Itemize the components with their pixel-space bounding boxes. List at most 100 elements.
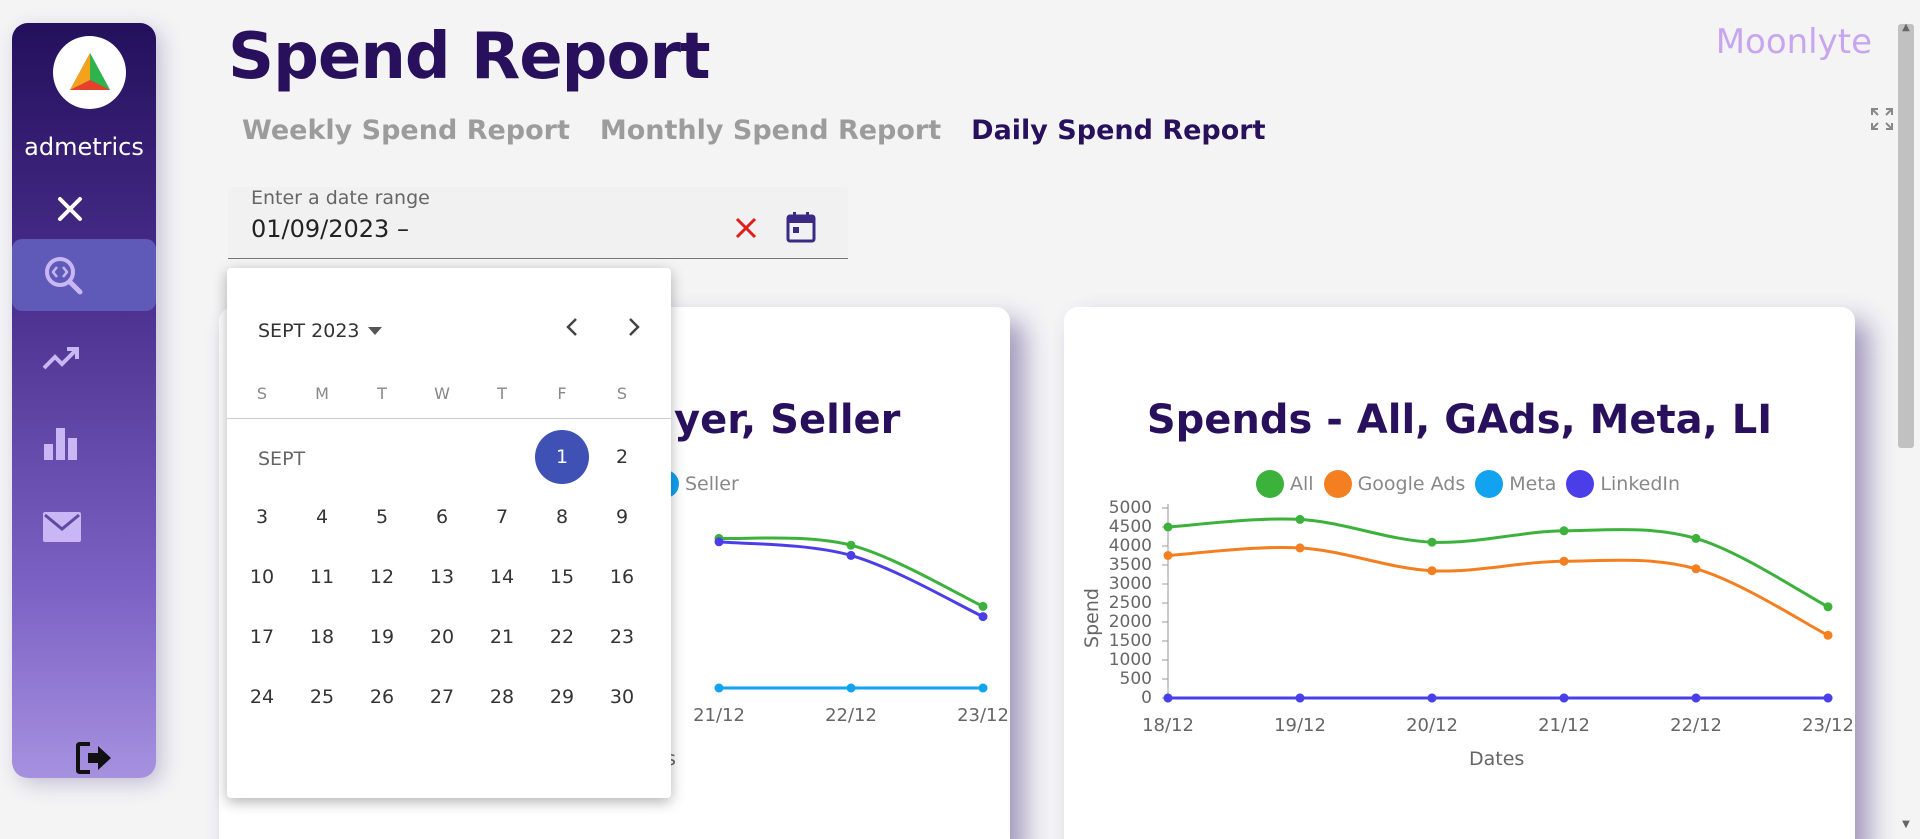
calendar-day[interactable]: 13	[415, 550, 469, 604]
open-calendar-button[interactable]	[786, 211, 816, 247]
y-tick-label: 3500	[1109, 555, 1152, 575]
y-tick-label: 2500	[1109, 593, 1152, 613]
data-point	[1691, 564, 1701, 574]
calendar-day[interactable]: 12	[355, 550, 409, 604]
y-tick-label: 4000	[1109, 536, 1152, 556]
date-range-input[interactable]	[251, 215, 731, 243]
month-year-label: SEPT 2023	[258, 320, 360, 342]
x-tick-label: 23/12	[1802, 715, 1854, 736]
sidebar-item-trends[interactable]	[12, 323, 156, 395]
calendar-day[interactable]: 25	[295, 670, 349, 724]
calendar-day[interactable]: 7	[475, 490, 529, 544]
data-point	[1559, 526, 1569, 536]
calendar-day[interactable]: 3	[235, 490, 289, 544]
date-picker-popup: SEPT 2023 SMTWTFS SEPT 1 2 3 4 5 6 7 8 9 10 11 12 13…	[227, 268, 671, 798]
data-point	[1823, 602, 1833, 612]
weekday-label: T	[377, 384, 387, 403]
logout-button[interactable]	[76, 741, 114, 779]
bar-chart-icon	[44, 428, 77, 460]
data-point	[1559, 556, 1569, 566]
calendar-day[interactable]: 10	[235, 550, 289, 604]
data-point	[1295, 543, 1305, 553]
data-point	[1295, 693, 1305, 703]
clear-date-button[interactable]	[733, 215, 759, 245]
calendar-day[interactable]: 22	[535, 610, 589, 664]
x-tick-label: 21/12	[1538, 715, 1590, 736]
data-point	[978, 601, 988, 611]
y-tick-label: 2000	[1109, 612, 1152, 632]
calendar-day[interactable]: 8	[535, 490, 589, 544]
data-point	[714, 537, 724, 547]
report-tabs: Weekly Spend Report Monthly Spend Report…	[242, 115, 1266, 146]
calendar-day[interactable]: 21	[475, 610, 529, 664]
x-tick-label: 18/12	[1142, 715, 1194, 736]
calendar-day[interactable]: 30	[595, 670, 649, 724]
y-tick-label: 5000	[1109, 498, 1152, 518]
weekday-label: W	[434, 384, 450, 403]
data-point	[1295, 514, 1305, 524]
calendar-day[interactable]: 26	[355, 670, 409, 724]
calendar-day[interactable]: 20	[415, 610, 469, 664]
search-code-icon	[45, 257, 83, 295]
brand-name: Moonlyte	[1715, 22, 1872, 62]
calendar-day[interactable]: 24	[235, 670, 289, 724]
y-tick-label: 4500	[1109, 517, 1152, 537]
scrollbar-thumb[interactable]	[1898, 24, 1914, 448]
calendar-day[interactable]: 16	[595, 550, 649, 604]
calendar-day[interactable]: 4	[295, 490, 349, 544]
data-point	[1427, 566, 1437, 576]
tab-weekly-spend-report[interactable]: Weekly Spend Report	[242, 115, 570, 146]
scroll-up-arrow-icon[interactable]: ▲	[1899, 22, 1913, 36]
data-point	[978, 683, 988, 693]
calendar-day[interactable]: 9	[595, 490, 649, 544]
x-tick-label: 22/12	[825, 705, 877, 726]
y-tick-label: 1500	[1109, 631, 1152, 651]
close-icon	[58, 197, 82, 221]
x-tick-label: 19/12	[1274, 715, 1326, 736]
logo-icon	[69, 52, 110, 90]
calendar-day[interactable]: 19	[355, 610, 409, 664]
data-point	[846, 550, 856, 560]
sidebar-item-search-analytics[interactable]	[12, 239, 156, 311]
date-range-label: Enter a date range	[251, 187, 430, 209]
calendar-day[interactable]: 11	[295, 550, 349, 604]
calendar-day[interactable]: 27	[415, 670, 469, 724]
calendar-day[interactable]: 29	[535, 670, 589, 724]
calendar-day[interactable]: 15	[535, 550, 589, 604]
logout-icon	[76, 742, 111, 774]
next-month-button[interactable]	[621, 315, 645, 343]
x-tick-label: 23/12	[957, 705, 1009, 726]
previous-month-button[interactable]	[561, 315, 585, 343]
data-point	[846, 540, 856, 550]
calendar-day[interactable]: 28	[475, 670, 529, 724]
data-point	[1823, 693, 1833, 703]
calendar-day[interactable]: 18	[295, 610, 349, 664]
fullscreen-button[interactable]	[1870, 107, 1894, 135]
x-tick-label: 20/12	[1406, 715, 1458, 736]
calendar-month-label: SEPT	[258, 448, 306, 470]
calendar-day[interactable]: 14	[475, 550, 529, 604]
weekday-label: T	[497, 384, 507, 403]
calendar-day-selected[interactable]: 1	[535, 430, 589, 484]
data-point	[846, 683, 856, 693]
tab-monthly-spend-report[interactable]: Monthly Spend Report	[600, 115, 941, 146]
admetrics-logo	[53, 36, 126, 109]
calendar-day[interactable]: 6	[415, 490, 469, 544]
data-point	[978, 612, 988, 622]
scroll-down-arrow-icon[interactable]: ▼	[1899, 819, 1913, 833]
calendar-day[interactable]: 17	[235, 610, 289, 664]
date-range-field[interactable]: Enter a date range	[228, 187, 848, 259]
sidebar-item-bar-chart[interactable]	[12, 407, 156, 479]
calendar-day[interactable]: 5	[355, 490, 409, 544]
data-point	[1163, 522, 1173, 532]
sidebar-item-mail[interactable]	[12, 491, 156, 563]
close-sidebar-button[interactable]	[54, 193, 86, 225]
data-point	[714, 683, 724, 693]
data-point	[1427, 693, 1437, 703]
chevron-left-icon	[566, 318, 577, 336]
tab-daily-spend-report[interactable]: Daily Spend Report	[971, 115, 1265, 146]
month-year-select[interactable]: SEPT 2023	[258, 320, 382, 342]
data-point	[1559, 693, 1569, 703]
calendar-day[interactable]: 23	[595, 610, 649, 664]
calendar-day[interactable]: 2	[595, 430, 649, 484]
